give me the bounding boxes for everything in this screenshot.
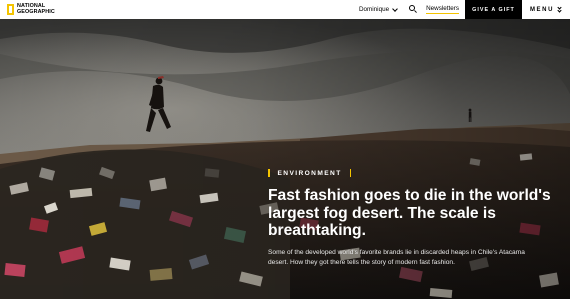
article-teaser[interactable]: ENVIRONMENT Fast fashion goes to die in … xyxy=(268,169,558,268)
chevron-down-icon xyxy=(392,5,398,12)
search-icon[interactable] xyxy=(409,5,418,14)
article-dek: Some of the developed world's favorite b… xyxy=(268,248,525,266)
category-label: ENVIRONMENT xyxy=(277,169,342,177)
user-menu[interactable]: Dominique xyxy=(358,5,398,13)
menu-button[interactable]: MENU xyxy=(522,0,570,19)
national-geographic-logo[interactable]: NATIONAL GEOGRAPHIC xyxy=(7,3,55,15)
category-kicker[interactable]: ENVIRONMENT xyxy=(268,169,558,177)
double-chevron-icon xyxy=(556,4,562,13)
newsletters-link[interactable]: Newsletters xyxy=(426,5,459,14)
article-headline[interactable]: Fast fashion goes to die in the world's … xyxy=(268,187,558,240)
user-name: Dominique xyxy=(358,6,390,13)
give-a-gift-button[interactable]: GIVE A GIFT xyxy=(465,0,522,19)
kicker-bar-right xyxy=(349,169,352,177)
kicker-bar-left xyxy=(268,169,270,177)
logo-yellow-border-icon xyxy=(7,4,14,15)
logo-text: NATIONAL GEOGRAPHIC xyxy=(17,3,55,15)
menu-label: MENU xyxy=(529,6,555,13)
logo-line2: GEOGRAPHIC xyxy=(17,8,55,15)
site-header: NATIONAL GEOGRAPHIC Dominique Newsletter… xyxy=(0,0,570,19)
hero-section: ENVIRONMENT Fast fashion goes to die in … xyxy=(0,19,570,299)
